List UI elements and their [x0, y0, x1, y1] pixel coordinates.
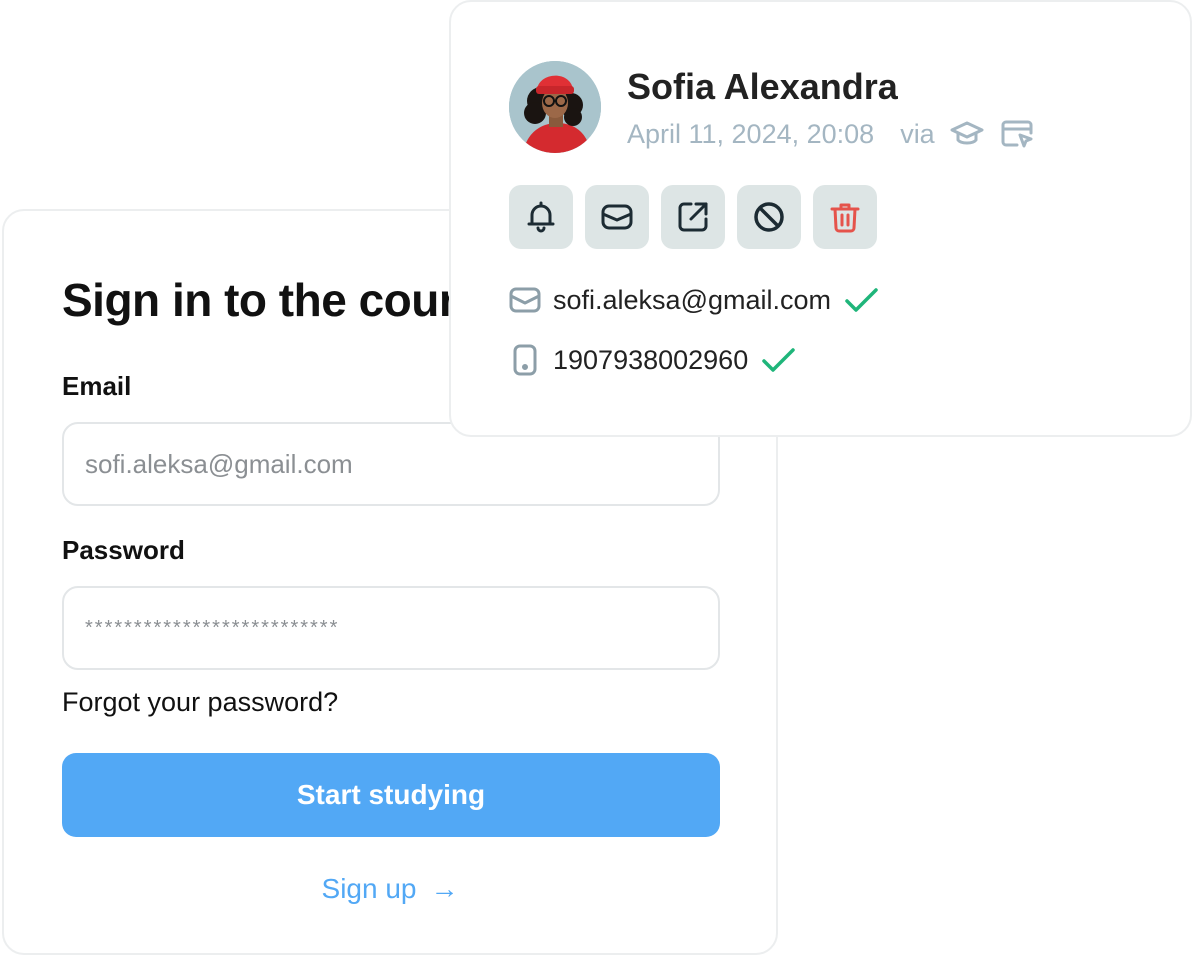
open-external-button[interactable] [661, 185, 725, 249]
bell-icon [527, 201, 555, 233]
password-field[interactable] [62, 586, 720, 670]
profile-email[interactable]: sofi.aleksa@gmail.com [553, 285, 831, 316]
email-row: sofi.aleksa@gmail.com [509, 282, 879, 318]
ban-icon [754, 202, 784, 232]
profile-phone[interactable]: 1907938002960 [553, 345, 748, 376]
signup-link[interactable]: Sign up → [4, 873, 776, 905]
start-studying-button[interactable]: Start studying [62, 753, 720, 837]
graduation-cap-icon [949, 116, 985, 152]
signup-label: Sign up [321, 873, 417, 904]
profile-actions [509, 185, 877, 249]
signin-title: Sign in to the cour [62, 274, 457, 326]
verified-check-icon [760, 342, 796, 378]
message-button[interactable] [585, 185, 649, 249]
profile-card: Sofia Alexandra April 11, 2024, 20:08 vi… [449, 0, 1192, 437]
avatar[interactable] [509, 61, 601, 153]
password-label: Password [62, 535, 185, 565]
mail-icon [509, 284, 541, 316]
notify-button[interactable] [509, 185, 573, 249]
arrow-right-icon: → [430, 873, 459, 904]
external-link-icon [678, 202, 708, 232]
verified-check-icon [843, 282, 879, 318]
delete-button[interactable] [813, 185, 877, 249]
block-button[interactable] [737, 185, 801, 249]
via-label: via [900, 118, 935, 149]
window-cursor-icon [999, 116, 1035, 152]
profile-meta: April 11, 2024, 20:08 via [627, 116, 1035, 152]
phone-row: 1907938002960 [509, 342, 796, 378]
email-label: Email [62, 371, 132, 401]
phone-icon [509, 344, 541, 376]
trash-icon [830, 203, 860, 233]
mail-icon [601, 204, 633, 230]
timestamp: April 11, 2024, 20:08 [627, 118, 875, 149]
forgot-password-link[interactable]: Forgot your password? [62, 687, 338, 718]
profile-name: Sofia Alexandra [627, 66, 898, 107]
